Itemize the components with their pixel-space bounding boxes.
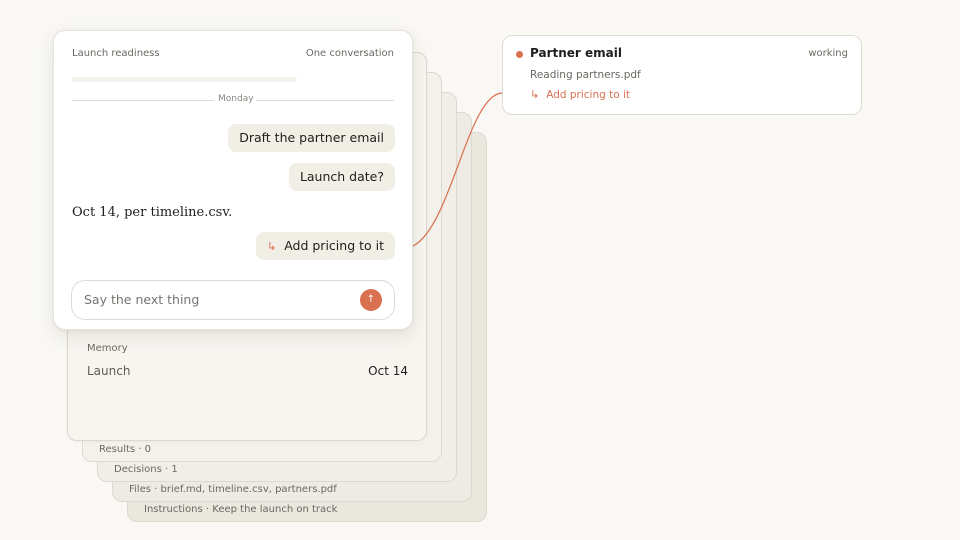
day-label: Monday: [218, 94, 254, 104]
agent-task: ↳ Add pricing to it: [530, 88, 630, 101]
message-input[interactable]: [84, 281, 334, 319]
agent-activity: Reading partners.pdf: [530, 69, 641, 81]
agent-status: working: [808, 48, 848, 59]
conversation-card: Launch readiness One conversation Monday…: [53, 30, 413, 330]
agent-title: Partner email: [530, 46, 622, 60]
agent-card[interactable]: Partner email working Reading partners.p…: [502, 35, 862, 115]
assistant-message: Oct 14, per timeline.csv.: [72, 205, 233, 220]
agent-task-text: Add pricing to it: [546, 89, 631, 101]
user-message-branch[interactable]: ↳ Add pricing to it: [255, 232, 395, 260]
conversation-subtitle: One conversation: [305, 48, 394, 59]
composer: ↑: [71, 280, 395, 320]
message-text: Add pricing to it: [284, 238, 384, 253]
status-dot-icon: [516, 51, 523, 58]
reply-arrow-icon: ↳: [266, 240, 277, 253]
day-divider: Monday: [72, 93, 394, 107]
faded-earlier-message: [72, 77, 297, 82]
user-message: Launch date?: [288, 163, 395, 191]
arrow-up-icon: ↑: [366, 294, 376, 305]
reply-arrow-icon: ↳: [530, 88, 540, 101]
user-message: Draft the partner email: [228, 124, 395, 152]
send-button[interactable]: ↑: [360, 289, 382, 311]
conversation-title: Launch readiness: [72, 48, 160, 59]
